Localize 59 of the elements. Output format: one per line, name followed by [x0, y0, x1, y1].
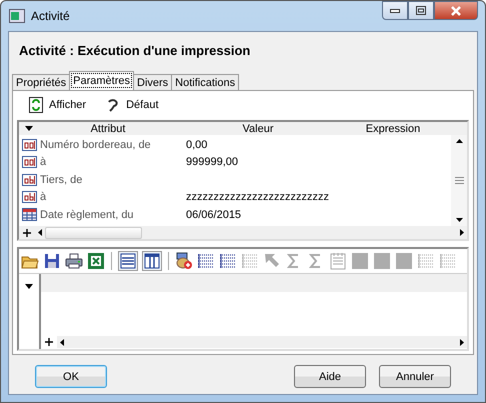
save-icon[interactable] [43, 252, 61, 270]
column-header[interactable]: Valeur [183, 122, 333, 134]
down-arrow-icon[interactable] [456, 218, 462, 222]
toolbar-button[interactable]: Afficher [29, 97, 86, 113]
value-cell: 999999,00 [186, 156, 238, 168]
attribute-cell-text: à [40, 191, 48, 204]
calendar-icon [22, 208, 37, 222]
grid-icon[interactable] [219, 252, 237, 270]
tab[interactable]: Notifications [171, 74, 240, 90]
close-button[interactable] [434, 1, 478, 20]
tab[interactable]: Propriétés [12, 74, 70, 90]
dropdown-caret-icon[interactable] [25, 284, 33, 289]
text-field-icon [22, 191, 37, 204]
db-icon[interactable] [175, 252, 193, 270]
horizontal-scrollbar[interactable] [57, 336, 467, 348]
up-arrow-icon[interactable] [456, 139, 462, 143]
column-header[interactable]: Attribut [33, 122, 183, 134]
add-icon[interactable] [23, 228, 31, 236]
value-cell: 0,00 [186, 138, 208, 151]
dialog-button[interactable]: OK [35, 365, 107, 388]
horizontal-scrollbar[interactable] [35, 226, 467, 238]
maximize-icon [416, 6, 426, 15]
close-icon [450, 6, 462, 16]
dialog-button[interactable]: Aide [294, 365, 366, 388]
right-arrow-icon[interactable] [460, 338, 464, 346]
refresh-icon [29, 97, 43, 113]
window-title: Activité [31, 9, 70, 23]
number-field-icon [22, 138, 37, 151]
right-arrow-icon[interactable] [460, 229, 464, 236]
left-arrow-icon[interactable] [60, 338, 64, 346]
attribute-cell-text: Date règlement, du [40, 208, 135, 221]
add-icon[interactable] [45, 338, 53, 346]
left-arrow-icon[interactable] [38, 229, 42, 236]
tab[interactable]: Divers [133, 74, 172, 90]
dialog-heading: Activité : Exécution d'une impression [19, 42, 250, 58]
minimize-icon [390, 8, 400, 12]
text-field-icon [22, 174, 37, 186]
column-header[interactable]: Expression [333, 122, 453, 134]
cols-icon[interactable] [142, 251, 162, 271]
maximize-button[interactable] [408, 1, 434, 20]
window-icon [9, 9, 25, 23]
print-icon[interactable] [65, 252, 83, 270]
hook-icon [106, 98, 120, 112]
attribute-cell-text: Tiers, de [40, 174, 84, 186]
minimize-button[interactable] [382, 1, 408, 20]
attribute-cell-text: à [40, 156, 48, 168]
grid-icon[interactable] [197, 252, 215, 270]
scroll-thumb-grip-icon[interactable] [454, 177, 464, 184]
value-cell: zzzzzzzzzzzzzzzzzzzzzzzzzz [186, 191, 329, 204]
toolbar-button[interactable]: Défaut [106, 98, 159, 112]
value-cell: 06/06/2015 [186, 208, 242, 221]
rows-icon[interactable] [118, 251, 138, 271]
scroll-thumb[interactable] [45, 226, 142, 238]
number-field-icon [22, 156, 37, 168]
vertical-scrollbar[interactable] [451, 135, 467, 226]
dropdown-caret-icon[interactable] [25, 126, 33, 131]
tab[interactable]: Paramètres [69, 71, 134, 90]
dialog-button[interactable]: Annuler [379, 365, 451, 388]
attribute-cell-text: Numéro bordereau, de [40, 138, 152, 151]
